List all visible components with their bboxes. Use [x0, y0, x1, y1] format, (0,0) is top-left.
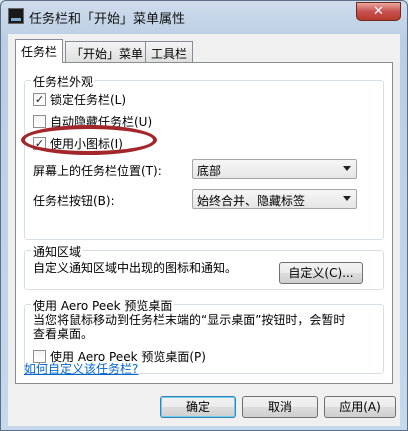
- notification-description: 自定义通知区域中出现的图标和通知。: [33, 261, 238, 275]
- apply-button[interactable]: 应用(A): [324, 396, 396, 418]
- aero-peek-legend: 使用 Aero Peek 预览桌面: [31, 297, 175, 314]
- buttons-select[interactable]: 始终合并、隐藏标签: [192, 189, 357, 209]
- ok-button[interactable]: 确定: [160, 396, 236, 418]
- tab-start-menu[interactable]: 「开始」菜单: [65, 41, 150, 62]
- dialog-client-area: 任务栏 「开始」菜单 工具栏 任务栏外观 ✓ 锁定任务栏(L) 自动隐藏任务栏(U…: [8, 34, 400, 426]
- checkbox-box[interactable]: [33, 115, 46, 128]
- autohide-taskbar-label: 自动隐藏任务栏(U): [50, 115, 153, 129]
- small-icons-checkbox[interactable]: ✓ 使用小图标(I): [33, 137, 123, 153]
- autohide-taskbar-checkbox[interactable]: 自动隐藏任务栏(U): [33, 115, 152, 131]
- lock-taskbar-checkbox[interactable]: ✓ 锁定任务栏(L): [33, 93, 126, 109]
- position-select[interactable]: 底部: [192, 159, 357, 179]
- tab-taskbar[interactable]: 任务栏: [15, 39, 64, 63]
- notification-legend: 通知区域: [31, 243, 84, 260]
- lock-taskbar-label: 锁定任务栏(L): [50, 93, 127, 107]
- chevron-down-icon: [343, 196, 351, 201]
- small-icons-label: 使用小图标(I): [50, 137, 123, 151]
- window-title: 任务栏和「开始」菜单属性: [29, 12, 186, 27]
- buttons-label: 任务栏按钮(B):: [33, 194, 115, 208]
- taskbar-app-icon: [8, 8, 24, 24]
- checkbox-box[interactable]: ✓: [33, 137, 46, 150]
- appearance-group: 任务栏外观 ✓ 锁定任务栏(L) 自动隐藏任务栏(U) ✓ 使用小图标(I) 屏幕上…: [24, 73, 384, 240]
- cancel-button[interactable]: 取消: [242, 396, 318, 418]
- checkbox-box[interactable]: ✓: [33, 93, 46, 106]
- customize-button[interactable]: 自定义(C)...: [279, 262, 363, 284]
- appearance-legend: 任务栏外观: [31, 73, 96, 90]
- dialog-window: 任务栏和「开始」菜单属性 ✕ 任务栏 「开始」菜单 工具栏 任务栏外观 ✓ 锁定任…: [0, 0, 408, 431]
- check-icon: ✓: [34, 93, 45, 106]
- notification-group: 通知区域 自定义通知区域中出现的图标和通知。 自定义(C)...: [24, 243, 384, 290]
- buttons-value: 始终合并、隐藏标签: [197, 194, 306, 208]
- position-value: 底部: [197, 164, 222, 178]
- chevron-down-icon: [343, 166, 351, 171]
- position-label: 屏幕上的任务栏位置(T):: [33, 164, 162, 178]
- title-bar[interactable]: 任务栏和「开始」菜单属性 ✕: [1, 1, 407, 31]
- check-icon: ✓: [34, 137, 45, 150]
- close-button[interactable]: ✕: [356, 2, 401, 21]
- tab-toolbars[interactable]: 工具栏: [145, 41, 194, 62]
- tab-panel: 任务栏外观 ✓ 锁定任务栏(L) 自动隐藏任务栏(U) ✓ 使用小图标(I) 屏幕上…: [15, 62, 393, 384]
- aero-peek-description: 当您将鼠标移动到任务栏末端的“显示桌面”按钮时，会暂时查看桌面。: [33, 313, 346, 341]
- help-link[interactable]: 如何自定义该任务栏?: [24, 360, 138, 377]
